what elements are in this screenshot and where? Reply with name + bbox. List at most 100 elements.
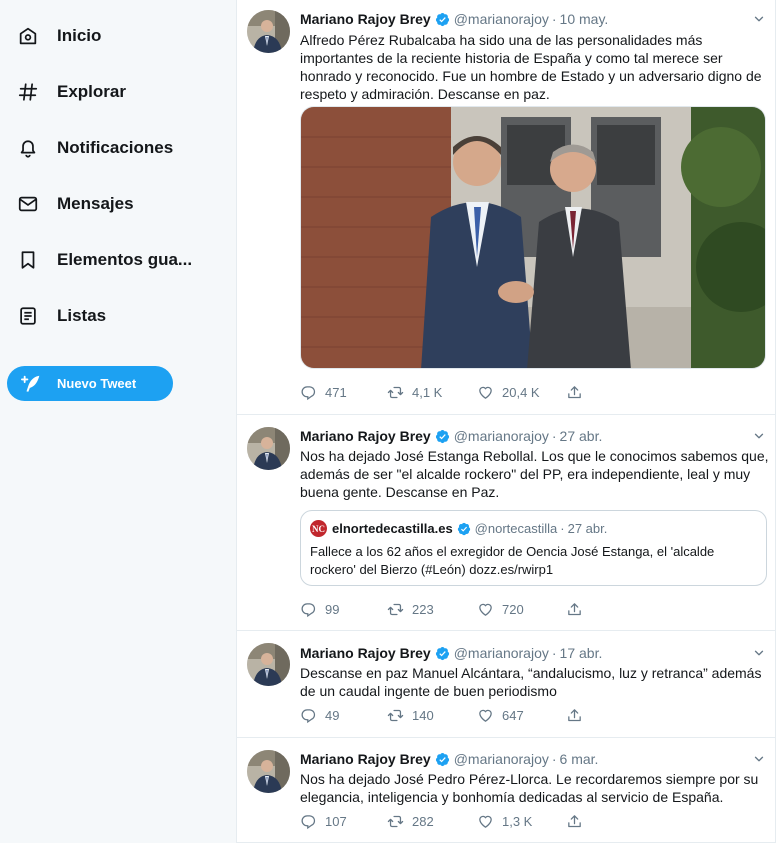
separator-dot: · <box>551 11 557 27</box>
sidebar-item-inicio[interactable]: Inicio <box>0 16 236 56</box>
like-button[interactable]: 720 <box>477 599 524 619</box>
tweet[interactable]: Mariano Rajoy Brey @marianorajoy · 17 ab… <box>237 631 776 738</box>
sidebar-item-explorar[interactable]: Explorar <box>0 72 236 112</box>
avatar[interactable] <box>247 427 290 470</box>
tweet-header: Mariano Rajoy Brey @marianorajoy · 27 ab… <box>300 426 602 446</box>
retweet-button[interactable]: 223 <box>387 599 434 619</box>
reply-icon <box>300 601 317 618</box>
verified-icon <box>435 752 450 767</box>
share-button[interactable] <box>566 599 591 619</box>
reply-button[interactable]: 99 <box>300 599 339 619</box>
tweet-date[interactable]: 17 abr. <box>560 645 603 661</box>
tweet[interactable]: Mariano Rajoy Brey @marianorajoy · 27 ab… <box>237 415 776 631</box>
quoted-tweet-header: NC elnortedecastilla.es @nortecastilla ·… <box>310 520 607 537</box>
chevron-down-icon[interactable] <box>752 752 766 766</box>
bell-icon <box>16 136 40 160</box>
reply-count: 107 <box>325 813 347 829</box>
verified-icon <box>435 646 450 661</box>
home-icon <box>16 24 40 48</box>
heart-icon <box>477 813 494 830</box>
like-button[interactable]: 20,4 K <box>477 382 540 402</box>
author-handle[interactable]: @marianorajoy <box>454 11 549 27</box>
retweet-icon <box>387 384 404 401</box>
reply-icon <box>300 707 317 724</box>
tweet[interactable]: Mariano Rajoy Brey @marianorajoy · 6 mar… <box>237 738 776 843</box>
chevron-down-icon[interactable] <box>752 12 766 26</box>
handshake-photo <box>301 107 765 368</box>
tweet-text: Descanse en paz Manuel Alcántara, “andal… <box>300 665 762 699</box>
heart-icon <box>477 384 494 401</box>
retweet-button[interactable]: 282 <box>387 811 434 831</box>
tweet-date[interactable]: 6 mar. <box>560 751 599 767</box>
feather-plus-icon <box>21 373 43 395</box>
author-handle[interactable]: @marianorajoy <box>454 645 549 661</box>
avatar[interactable] <box>247 10 290 53</box>
share-icon <box>566 601 583 618</box>
avatar[interactable] <box>247 643 290 686</box>
hashtag-icon <box>16 80 40 104</box>
share-icon <box>566 707 583 724</box>
author-name[interactable]: Mariano Rajoy Brey <box>300 645 431 661</box>
quoted-tweet-text: Fallece a los 62 años el exregidor de Oe… <box>310 544 715 577</box>
retweet-icon <box>387 601 404 618</box>
sidebar-item-listas[interactable]: Listas <box>0 296 236 336</box>
retweet-count: 4,1 K <box>412 384 443 400</box>
verified-icon <box>435 12 450 27</box>
tweet-header: Mariano Rajoy Brey @marianorajoy · 17 ab… <box>300 643 602 663</box>
verified-icon <box>457 522 471 536</box>
reply-button[interactable]: 471 <box>300 382 347 402</box>
retweet-button[interactable]: 140 <box>387 705 434 725</box>
like-count: 647 <box>502 707 524 723</box>
reply-count: 99 <box>325 601 340 617</box>
tweet-actions: 107 282 1,3 K <box>300 811 600 831</box>
like-button[interactable]: 647 <box>477 705 524 725</box>
tweet-photo[interactable] <box>300 106 766 369</box>
like-button[interactable]: 1,3 K <box>477 811 532 831</box>
author-handle[interactable]: @marianorajoy <box>454 428 549 444</box>
share-icon <box>566 813 583 830</box>
quoted-author-name: elnortedecastilla.es <box>332 521 453 536</box>
sidebar: Inicio Explorar Notificaciones Mensajes … <box>0 0 236 843</box>
avatar[interactable] <box>247 750 290 793</box>
like-count: 1,3 K <box>502 813 533 829</box>
sidebar-item-label: Listas <box>57 306 107 325</box>
separator-dot: · <box>551 428 557 444</box>
new-tweet-label: Nuevo Tweet <box>57 376 137 391</box>
sidebar-item-label: Mensajes <box>57 194 134 213</box>
retweet-button[interactable]: 4,1 K <box>387 382 442 402</box>
sidebar-item-label: Notificaciones <box>57 138 174 157</box>
retweet-count: 140 <box>412 707 434 723</box>
chevron-down-icon[interactable] <box>752 429 766 443</box>
share-button[interactable] <box>566 811 591 831</box>
author-name[interactable]: Mariano Rajoy Brey <box>300 428 431 444</box>
reply-button[interactable]: 49 <box>300 705 339 725</box>
like-count: 720 <box>502 601 524 617</box>
retweet-icon <box>387 707 404 724</box>
sidebar-item-elementos-guardados[interactable]: Elementos gua... <box>0 240 236 280</box>
reply-button[interactable]: 107 <box>300 811 347 831</box>
author-name[interactable]: Mariano Rajoy Brey <box>300 751 431 767</box>
publisher-logo: NC <box>310 520 327 537</box>
share-icon <box>566 384 583 401</box>
retweet-count: 223 <box>412 601 434 617</box>
share-button[interactable] <box>566 705 591 725</box>
tweet-date[interactable]: 10 may. <box>560 11 609 27</box>
retweet-count: 282 <box>412 813 434 829</box>
tweet-header: Mariano Rajoy Brey @marianorajoy · 6 mar… <box>300 749 598 769</box>
sidebar-item-mensajes[interactable]: Mensajes <box>0 184 236 224</box>
sidebar-item-notificaciones[interactable]: Notificaciones <box>0 128 236 168</box>
author-name[interactable]: Mariano Rajoy Brey <box>300 11 431 27</box>
tweet-text: Alfredo Pérez Rubalcaba ha sido una de l… <box>300 32 762 102</box>
separator-dot: · <box>551 751 557 767</box>
share-button[interactable] <box>566 382 591 402</box>
bookmark-icon <box>16 248 40 272</box>
chevron-down-icon[interactable] <box>752 646 766 660</box>
tweet-date[interactable]: 27 abr. <box>560 428 603 444</box>
reply-icon <box>300 384 317 401</box>
quoted-tweet[interactable]: NC elnortedecastilla.es @nortecastilla ·… <box>300 510 767 586</box>
mail-icon <box>16 192 40 216</box>
sidebar-item-label: Inicio <box>57 26 102 45</box>
author-handle[interactable]: @marianorajoy <box>454 751 549 767</box>
tweet[interactable]: Mariano Rajoy Brey @marianorajoy · 10 ma… <box>237 0 776 415</box>
new-tweet-button[interactable]: Nuevo Tweet <box>7 366 173 401</box>
